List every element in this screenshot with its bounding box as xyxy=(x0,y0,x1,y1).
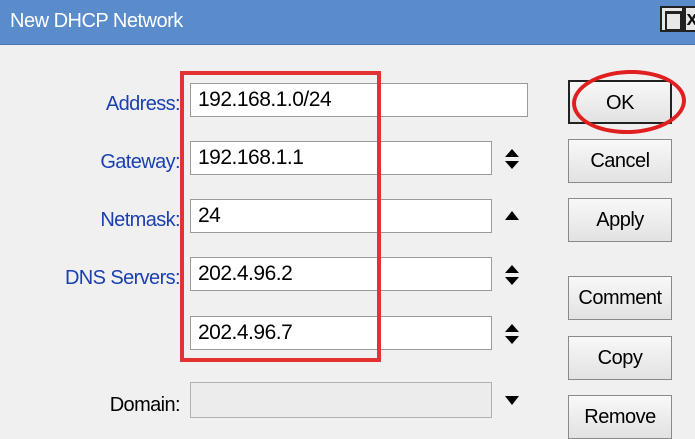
dns-2-up-down-arrows-icon[interactable] xyxy=(502,322,522,346)
dns-server-2-value: 202.4.96.7 xyxy=(198,321,293,344)
dns-1-up-down-arrows-icon[interactable] xyxy=(502,263,522,287)
copy-button[interactable]: Copy xyxy=(568,336,672,380)
maximize-button[interactable] xyxy=(660,6,684,32)
netmask-value: 24 xyxy=(198,204,221,227)
domain-down-arrow-icon[interactable] xyxy=(502,388,522,412)
gateway-label: Gateway: xyxy=(100,151,180,173)
netmask-input[interactable]: 24 xyxy=(190,199,492,233)
domain-label: Domain: xyxy=(109,394,181,416)
close-button[interactable]: x xyxy=(684,6,695,32)
window-titlebar: New DHCP Network x xyxy=(0,0,695,45)
dns-server-2-input[interactable]: 202.4.96.7 xyxy=(190,316,492,350)
address-value: 192.168.1.0/24 xyxy=(198,88,332,111)
netmask-label: Netmask: xyxy=(100,209,180,231)
remove-button[interactable]: Remove xyxy=(568,395,672,439)
window-title: New DHCP Network xyxy=(10,10,183,32)
ok-button[interactable]: OK xyxy=(568,80,672,124)
dns-server-1-value: 202.4.96.2 xyxy=(198,262,293,285)
domain-input[interactable] xyxy=(190,382,492,418)
address-input[interactable]: 192.168.1.0/24 xyxy=(190,83,528,117)
dns-server-1-input[interactable]: 202.4.96.2 xyxy=(190,257,492,291)
address-label: Address: xyxy=(105,93,181,115)
netmask-up-arrow-icon[interactable] xyxy=(502,205,522,229)
dns-servers-label: DNS Servers: xyxy=(64,267,181,289)
gateway-input[interactable]: 192.168.1.1 xyxy=(190,141,492,175)
apply-button[interactable]: Apply xyxy=(568,198,672,242)
close-icon: x xyxy=(686,8,695,30)
gateway-value: 192.168.1.1 xyxy=(198,146,304,169)
cancel-button[interactable]: Cancel xyxy=(568,139,672,183)
comment-button[interactable]: Comment xyxy=(568,276,672,320)
gateway-up-down-arrows-icon[interactable] xyxy=(502,147,522,171)
